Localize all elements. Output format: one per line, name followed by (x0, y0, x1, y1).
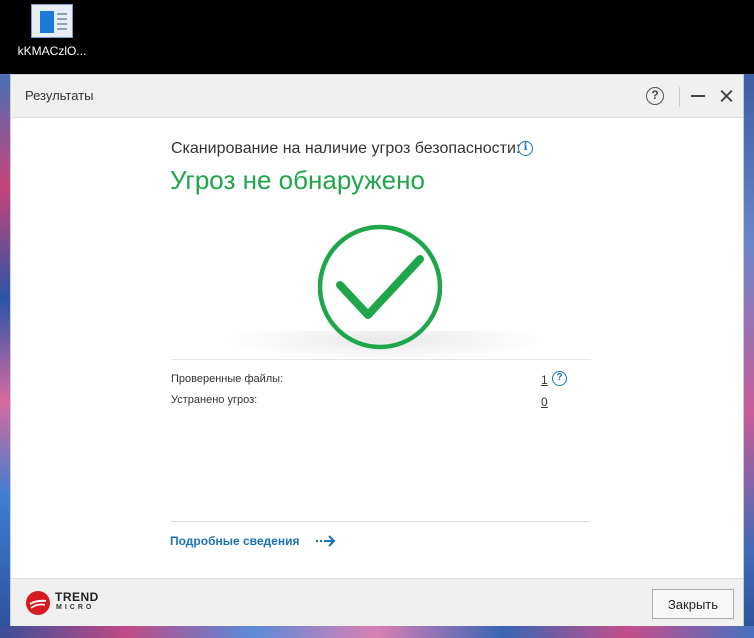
logo-text-micro: MICRO (56, 604, 95, 611)
scanned-files-help-icon[interactable]: ? (552, 371, 567, 386)
window-app-icon (31, 4, 73, 38)
details-divider (171, 521, 590, 522)
info-icon[interactable]: i (518, 141, 533, 156)
arrow-right-icon[interactable] (315, 533, 337, 549)
stats-divider (171, 359, 591, 360)
titlebar-separator (679, 87, 680, 107)
stat-label-scanned-files: Проверенные файлы: (171, 373, 284, 385)
results-window: Результаты ? Сканирование на наличие угр… (10, 74, 744, 626)
trend-micro-logo-icon (26, 591, 50, 615)
footer: TREND MICRO Закрыть (11, 578, 743, 626)
close-button[interactable]: Закрыть (652, 589, 734, 619)
checkmark-icon (317, 224, 443, 350)
desktop-icon-label: kKMACzlO... (17, 44, 87, 58)
minimize-icon[interactable] (691, 95, 705, 97)
wallpaper-right (744, 74, 754, 638)
stat-value-threats-fixed[interactable]: 0 (541, 395, 548, 409)
desktop-file-icon[interactable]: kKMACzlO... (10, 2, 94, 68)
wallpaper-bottom (0, 626, 754, 638)
logo-text-trend: TREND (55, 590, 99, 604)
stat-label-threats-fixed: Устранено угроз: (171, 394, 258, 406)
title-bar: Результаты ? (11, 75, 743, 118)
details-link[interactable]: Подробные сведения (170, 534, 299, 548)
stat-value-scanned-files[interactable]: 1 (541, 373, 548, 387)
scan-label: Сканирование на наличие угроз безопаснос… (171, 140, 521, 157)
wallpaper-left (0, 74, 10, 638)
close-icon[interactable] (715, 85, 737, 107)
window-title: Результаты (25, 88, 94, 103)
result-title: Угроз не обнаружено (170, 165, 425, 195)
help-icon[interactable]: ? (646, 87, 664, 105)
